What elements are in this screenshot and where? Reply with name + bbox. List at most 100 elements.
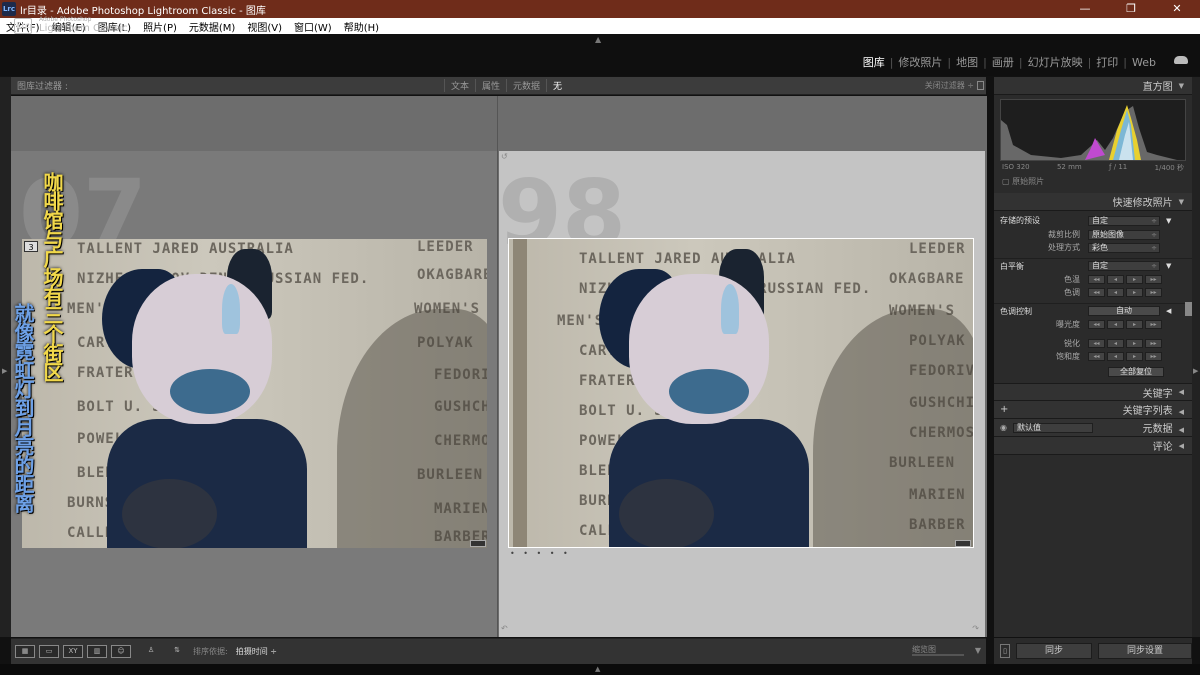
reset-all-button[interactable]: 全部复位 bbox=[1108, 367, 1164, 377]
decrease-small-button[interactable]: ◂ bbox=[1107, 320, 1124, 329]
module-web[interactable]: Web bbox=[1128, 56, 1160, 69]
rotate-ccw-icon[interactable]: ↶ bbox=[501, 624, 508, 633]
filter-metadata[interactable]: 元数据 bbox=[506, 79, 546, 92]
minimize-button[interactable]: — bbox=[1062, 0, 1108, 18]
lock-icon[interactable] bbox=[977, 81, 984, 90]
toolbar-options-dropdown[interactable]: ▼ bbox=[975, 646, 981, 655]
sync-button[interactable]: 同步 bbox=[1016, 643, 1092, 659]
panel-collapse-icon[interactable]: ▼ bbox=[1179, 198, 1184, 206]
decrease-large-button[interactable]: ◂◂ bbox=[1088, 288, 1105, 297]
auto-tone-button[interactable]: 自动 bbox=[1088, 306, 1160, 316]
menu-view[interactable]: 视图(V) bbox=[241, 19, 288, 34]
decrease-small-button[interactable]: ◂ bbox=[1107, 339, 1124, 348]
filter-none[interactable]: 无 bbox=[546, 79, 568, 92]
rotate-left-icon[interactable]: ↺ bbox=[501, 152, 508, 161]
right-panel-collapse-strip[interactable]: ▶ bbox=[1192, 77, 1200, 637]
metadata-preset-select[interactable]: 默认值 bbox=[1012, 422, 1093, 433]
increase-large-button[interactable]: ▸▸ bbox=[1145, 352, 1162, 361]
decrease-large-button[interactable]: ◂◂ bbox=[1088, 275, 1105, 284]
module-develop[interactable]: 修改照片 bbox=[894, 54, 946, 70]
menu-window[interactable]: 窗口(W) bbox=[288, 19, 338, 34]
increase-small-button[interactable]: ▸ bbox=[1126, 320, 1143, 329]
tint-label: 色调 bbox=[1064, 288, 1080, 297]
grid-view-icon[interactable]: ▦ bbox=[15, 645, 35, 658]
menu-photo[interactable]: 照片(P) bbox=[137, 19, 183, 34]
module-book[interactable]: 画册 bbox=[988, 54, 1018, 70]
spray-can-icon[interactable]: ♙ bbox=[145, 645, 157, 658]
original-photo-toggle[interactable]: ▢ 原始照片 bbox=[1002, 176, 1184, 187]
compare-view-icon[interactable]: XY bbox=[63, 645, 83, 658]
people-view-icon[interactable]: ☺ bbox=[111, 645, 131, 658]
filter-attribute[interactable]: 属性 bbox=[475, 79, 506, 92]
increase-large-button[interactable]: ▸▸ bbox=[1145, 339, 1162, 348]
decrease-large-button[interactable]: ◂◂ bbox=[1088, 320, 1105, 329]
cloud-sync-icon[interactable] bbox=[1174, 56, 1188, 64]
decrease-small-button[interactable]: ◂ bbox=[1107, 275, 1124, 284]
module-map[interactable]: 地图 bbox=[952, 54, 982, 70]
decrease-small-button[interactable]: ◂ bbox=[1107, 288, 1124, 297]
eye-icon[interactable]: ◉ bbox=[1000, 423, 1007, 432]
fursuit-face bbox=[170, 369, 250, 414]
treatment-select[interactable]: 彩色 bbox=[1088, 242, 1160, 253]
sort-select[interactable]: 拍摄时间 ÷ bbox=[236, 646, 277, 657]
photo-info-icon[interactable] bbox=[470, 540, 486, 547]
thumbnail-size-slider[interactable] bbox=[912, 654, 964, 656]
white-balance-select[interactable]: 自定 bbox=[1088, 261, 1160, 271]
module-print[interactable]: 打印 bbox=[1092, 54, 1122, 70]
candidate-photo[interactable]: TALLENT JARED AUSTRALIA NIZHEGORODOV DEN… bbox=[508, 238, 974, 548]
photo-info-icon[interactable] bbox=[955, 540, 971, 547]
increase-large-button[interactable]: ▸▸ bbox=[1145, 320, 1162, 329]
decrease-large-button[interactable]: ◂◂ bbox=[1088, 339, 1105, 348]
panel-scrollbar[interactable] bbox=[1185, 302, 1192, 316]
increase-small-button[interactable]: ▸ bbox=[1126, 339, 1143, 348]
maximize-button[interactable]: ❐ bbox=[1108, 0, 1154, 18]
saved-preset-select[interactable]: 自定 bbox=[1088, 215, 1160, 226]
auto-sync-toggle[interactable]: ▯ bbox=[1000, 644, 1010, 658]
panel-collapse-icon[interactable]: ▼ bbox=[1179, 82, 1184, 90]
panel-expand-icon[interactable]: ◀ bbox=[1179, 426, 1184, 434]
panel-expand-icon[interactable]: ◀ bbox=[1179, 408, 1184, 416]
close-button[interactable]: ✕ bbox=[1154, 0, 1200, 18]
rotate-cw-icon[interactable]: ↷ bbox=[972, 624, 979, 633]
sort-direction-icon[interactable]: ⇅ bbox=[169, 645, 185, 658]
keywording-header[interactable]: 关键字 ◀ bbox=[994, 383, 1192, 401]
add-keyword-icon[interactable]: + bbox=[1000, 404, 1008, 415]
decrease-large-button[interactable]: ◂◂ bbox=[1088, 352, 1105, 361]
increase-large-button[interactable]: ▸▸ bbox=[1145, 275, 1162, 284]
module-slideshow[interactable]: 幻灯片放映 bbox=[1024, 54, 1087, 70]
section-collapse-icon[interactable]: ▼ bbox=[1166, 262, 1171, 270]
increase-large-button[interactable]: ▸▸ bbox=[1145, 288, 1162, 297]
keyword-list-header[interactable]: + 关键字列表 ◀ bbox=[994, 401, 1192, 419]
crop-ratio-select[interactable]: 原始图像 bbox=[1088, 229, 1160, 240]
increase-small-button[interactable]: ▸ bbox=[1126, 288, 1143, 297]
filter-text[interactable]: 文本 bbox=[444, 79, 475, 92]
increase-small-button[interactable]: ▸ bbox=[1126, 352, 1143, 361]
plaque-text: TALLENT JARED AUSTRALIA bbox=[579, 251, 796, 267]
comments-header[interactable]: 评论 ◀ bbox=[994, 437, 1192, 455]
select-photo[interactable]: TALLENT JARED AUSTRALIA NIZHEGORODOV DEN… bbox=[22, 239, 487, 548]
section-expand-icon[interactable]: ◀ bbox=[1166, 307, 1171, 315]
decrease-small-button[interactable]: ◂ bbox=[1107, 352, 1124, 361]
histogram-graph[interactable] bbox=[1000, 99, 1186, 161]
menu-help[interactable]: 帮助(H) bbox=[338, 19, 385, 34]
rating-dots[interactable]: • • • • • bbox=[510, 549, 571, 558]
saved-preset-label: 存储的预设 bbox=[1000, 216, 1040, 225]
collapse-top-panel-icon[interactable]: ▲ bbox=[595, 35, 601, 44]
section-collapse-icon[interactable]: ▼ bbox=[1166, 217, 1171, 225]
expand-left-panel-icon[interactable]: ▶ bbox=[2, 367, 7, 375]
loupe-view-icon[interactable]: ▭ bbox=[39, 645, 59, 658]
panel-expand-icon[interactable]: ◀ bbox=[1179, 442, 1184, 450]
expand-filmstrip-icon[interactable]: ▲ bbox=[595, 665, 600, 673]
module-library[interactable]: 图库 bbox=[859, 54, 889, 70]
increase-small-button[interactable]: ▸ bbox=[1126, 275, 1143, 284]
metadata-header[interactable]: ◉ 默认值 元数据 ◀ bbox=[994, 419, 1192, 437]
quick-develop-header[interactable]: 快速修改照片 ▼ bbox=[994, 193, 1192, 211]
sync-settings-button[interactable]: 同步设置 bbox=[1098, 643, 1192, 659]
survey-view-icon[interactable]: ▥ bbox=[87, 645, 107, 658]
histogram-header[interactable]: 直方图 ▼ bbox=[994, 77, 1192, 95]
menu-metadata[interactable]: 元数据(M) bbox=[183, 19, 241, 34]
filter-preset-dropdown[interactable]: 关闭过滤器 ÷ bbox=[925, 80, 974, 91]
panel-expand-icon[interactable]: ◀ bbox=[1179, 388, 1184, 396]
collapse-right-panel-icon[interactable]: ▶ bbox=[1193, 367, 1198, 375]
tint-row: 色调 ◂◂ ◂ ▸ ▸▸ bbox=[994, 286, 1192, 299]
